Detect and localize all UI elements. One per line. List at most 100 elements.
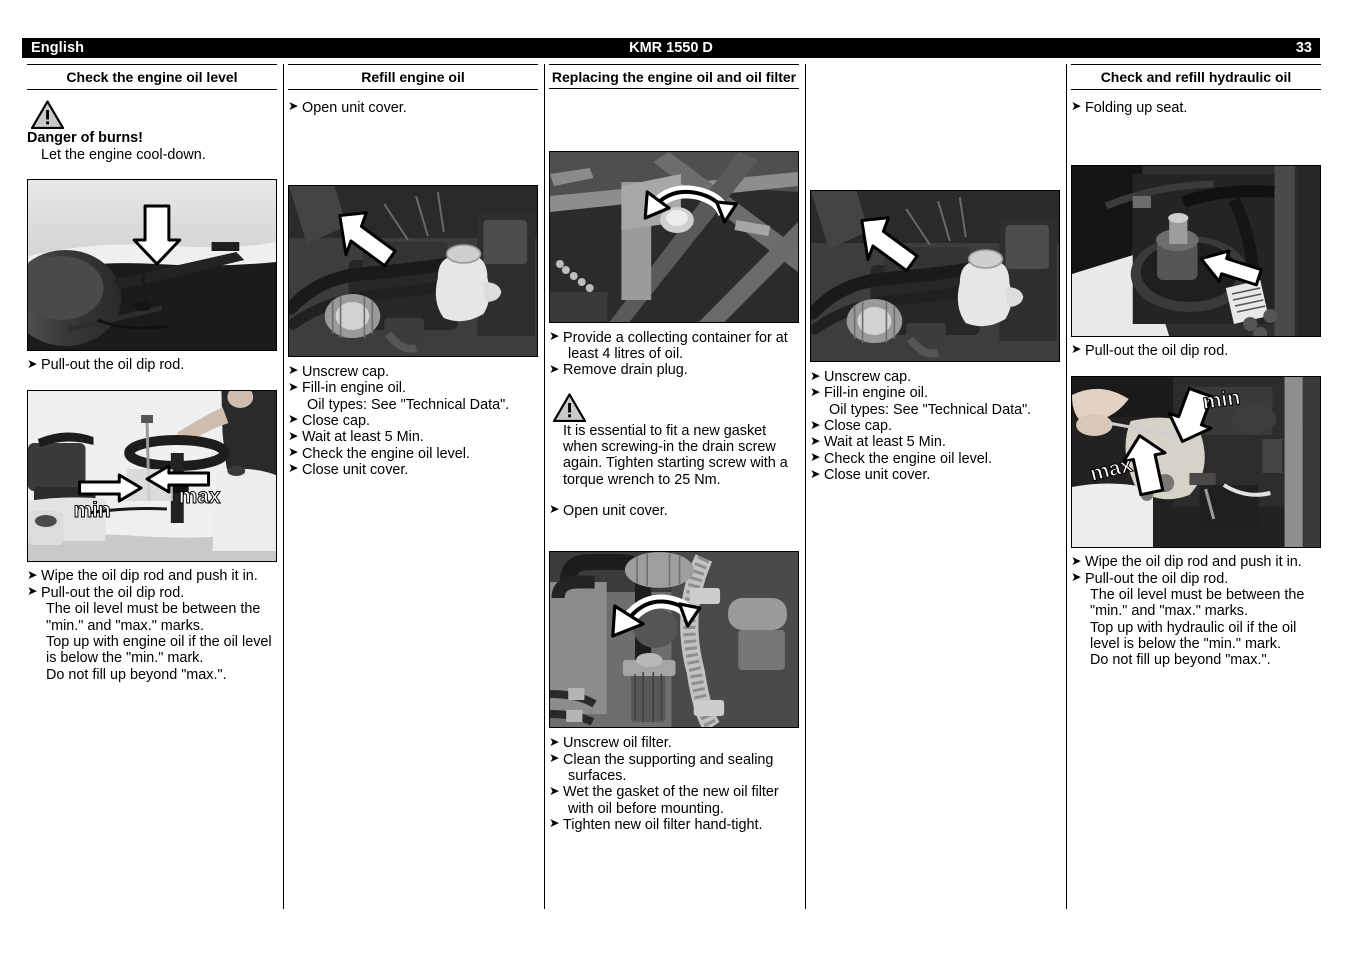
step-text: Folding up seat.	[1085, 99, 1188, 116]
step-subtext: level is below the "min." mark.	[1090, 635, 1281, 652]
column-replacing-engine-oil-and-filter: Replacing the engine oil and oil filter	[549, 64, 799, 833]
step-text: Tighten new oil filter hand-tight.	[563, 816, 763, 833]
step-text: Wipe the oil dip rod and push it in.	[41, 568, 258, 585]
step-subtext: "min." and "max." marks.	[1090, 603, 1248, 620]
bullet-arrow-icon: ➤	[1071, 99, 1082, 114]
bullet-arrow-icon: ➤	[1071, 553, 1082, 568]
bullet-arrow-icon: ➤	[549, 783, 560, 798]
step-item: ➤ Pull-out the oil dip rod.	[27, 356, 277, 374]
warning-new-gasket: It is essential to fit a new gasket when…	[549, 392, 799, 488]
bullet-arrow-icon: ➤	[549, 329, 560, 344]
step-item: ➤ Close cap.	[288, 412, 538, 429]
warning-triangle-icon	[31, 99, 64, 129]
steps-list-refill-procedure: ➤ Unscrew cap. ➤ Fill-in engine oil. Oil…	[288, 363, 538, 478]
bullet-arrow-icon: ➤	[1071, 570, 1082, 585]
column-check-engine-oil-level: Check the engine oil level Danger of bur…	[27, 64, 277, 683]
step-subtext: "min." and "max." marks.	[46, 617, 204, 634]
step-text: Fill-in engine oil.	[824, 385, 928, 402]
step-item: ➤ Pull-out the oil dip rod. The oil leve…	[27, 584, 277, 683]
step-text: Clean the supporting and sealing	[563, 751, 774, 768]
bullet-arrow-icon: ➤	[27, 584, 38, 599]
step-subtext: surfaces.	[568, 767, 627, 784]
bullet-arrow-icon: ➤	[288, 445, 299, 460]
photo-engine-bay-oil-cap	[288, 184, 538, 357]
bullet-arrow-icon: ➤	[288, 412, 299, 427]
step-text: Close unit cover.	[302, 461, 409, 478]
bullet-arrow-icon: ➤	[288, 379, 299, 394]
bullet-arrow-icon: ➤	[288, 461, 299, 476]
step-text: Wait at least 5 Min.	[302, 429, 424, 446]
section-title-refill-engine-oil: Refill engine oil	[288, 64, 538, 90]
section-title-check-refill-hydraulic-oil: Check and refill hydraulic oil	[1071, 64, 1321, 90]
bullet-arrow-icon: ➤	[549, 502, 560, 517]
step-text: Fill-in engine oil.	[302, 380, 406, 397]
bullet-arrow-icon: ➤	[810, 450, 821, 465]
bullet-arrow-icon: ➤	[1071, 342, 1082, 357]
step-item: ➤ Wait at least 5 Min.	[810, 433, 1060, 451]
step-item: ➤ Fill-in engine oil. Oil types: See "Te…	[810, 385, 1060, 418]
bullet-arrow-icon: ➤	[549, 734, 560, 749]
step-item: ➤ Unscrew oil filter.	[549, 734, 799, 752]
photo-dipstick-min-max-marks: min max	[27, 390, 277, 563]
step-subtext: least 4 litres of oil.	[568, 345, 684, 362]
warning-body: It is essential to fit a new gasket when…	[549, 423, 799, 488]
steps-list-open-cover: ➤ Open unit cover.	[549, 502, 799, 519]
step-item: ➤ Unscrew cap.	[288, 363, 538, 380]
step-text: Pull-out the oil dip rod.	[1085, 342, 1229, 359]
bullet-arrow-icon: ➤	[810, 466, 821, 481]
photo-hydraulic-dipstick-min-max: min max	[1071, 376, 1321, 549]
step-item: ➤ Check the engine oil level.	[288, 445, 538, 462]
section-title-replacing-oil-and-filter: Replacing the engine oil and oil filter	[549, 64, 799, 89]
photo-label-max: max	[179, 485, 221, 508]
warning-danger-of-burns: Danger of burns! Let the engine cool-dow…	[27, 99, 277, 164]
step-text: Wipe the oil dip rod and push it in.	[1085, 554, 1302, 571]
header-model: KMR 1550 D	[629, 40, 713, 56]
step-text: Check the engine oil level.	[302, 445, 470, 462]
step-item: ➤ Unscrew cap.	[810, 368, 1060, 386]
bullet-arrow-icon: ➤	[810, 368, 821, 383]
bullet-arrow-icon: ➤	[810, 433, 821, 448]
steps-list-folding-up-seat: ➤ Folding up seat.	[1071, 99, 1321, 116]
section-title-check-engine-oil-level: Check the engine oil level	[27, 64, 277, 90]
steps-list-refill-procedure-continued: ➤ Unscrew cap. ➤ Fill-in engine oil. Oil…	[810, 368, 1060, 484]
step-item: ➤ Folding up seat.	[1071, 99, 1321, 116]
photo-label-min: min	[74, 499, 111, 522]
step-item: ➤ Pull-out the oil dip rod.	[1071, 342, 1321, 359]
photo-seat-dipstick-location	[27, 179, 277, 352]
photo-drain-plug-underside	[549, 150, 799, 323]
bullet-arrow-icon: ➤	[27, 567, 38, 582]
step-text: Pull-out the oil dip rod.	[41, 584, 185, 601]
step-item: ➤ Wipe the oil dip rod and push it in.	[27, 567, 277, 585]
column-divider-2	[544, 64, 545, 909]
steps-list-check-hydraulic-level: ➤ Wipe the oil dip rod and push it in. ➤…	[1071, 553, 1321, 669]
step-text: Wait at least 5 Min.	[824, 434, 946, 451]
warning-title: Danger of burns!	[27, 129, 143, 146]
bullet-arrow-icon: ➤	[288, 428, 299, 443]
step-text: Check the engine oil level.	[824, 450, 992, 467]
step-item: ➤ Clean the supporting and sealing surfa…	[549, 751, 799, 785]
steps-list-pull-out-hydraulic-dip-rod: ➤ Pull-out the oil dip rod.	[1071, 342, 1321, 359]
step-text: Open unit cover.	[563, 502, 668, 519]
warning-triangle-icon	[553, 392, 586, 422]
warning-body: Let the engine cool-down.	[41, 146, 206, 163]
page-header-bar: English KMR 1550 D 33	[22, 38, 1320, 58]
warning-line: when screwing-in the drain screw	[563, 438, 776, 455]
step-subtext: with oil before mounting.	[568, 800, 724, 817]
manual-page: English KMR 1550 D 33 Check the engine o…	[0, 0, 1351, 954]
column-divider-4	[1066, 64, 1067, 909]
step-text: Open unit cover.	[302, 99, 407, 116]
steps-list-drain-oil: ➤ Provide a collecting container for at …	[549, 329, 799, 379]
steps-list-check-level: ➤ Wipe the oil dip rod and push it in. ➤…	[27, 567, 277, 683]
step-text: Pull-out the oil dip rod.	[1085, 570, 1229, 587]
photo-hydraulic-tank-dipstick	[1071, 164, 1321, 337]
bullet-arrow-icon: ➤	[27, 356, 38, 371]
step-text: Unscrew cap.	[824, 369, 912, 385]
step-text: Pull-out the oil dip rod.	[41, 357, 185, 374]
column-refill-engine-oil: Refill engine oil ➤ Open unit cover. ➤ U…	[288, 64, 538, 478]
column-check-and-refill-hydraulic-oil: Check and refill hydraulic oil ➤ Folding…	[1071, 64, 1321, 669]
step-item: ➤ Fill-in engine oil. Oil types: See "Te…	[288, 380, 538, 413]
step-text: Wet the gasket of the new oil filter	[563, 784, 779, 801]
step-item: ➤ Check the engine oil level.	[810, 450, 1060, 467]
header-page-number: 33	[1295, 40, 1312, 56]
steps-list-oil-filter: ➤ Unscrew oil filter. ➤ Clean the suppor…	[549, 735, 799, 833]
